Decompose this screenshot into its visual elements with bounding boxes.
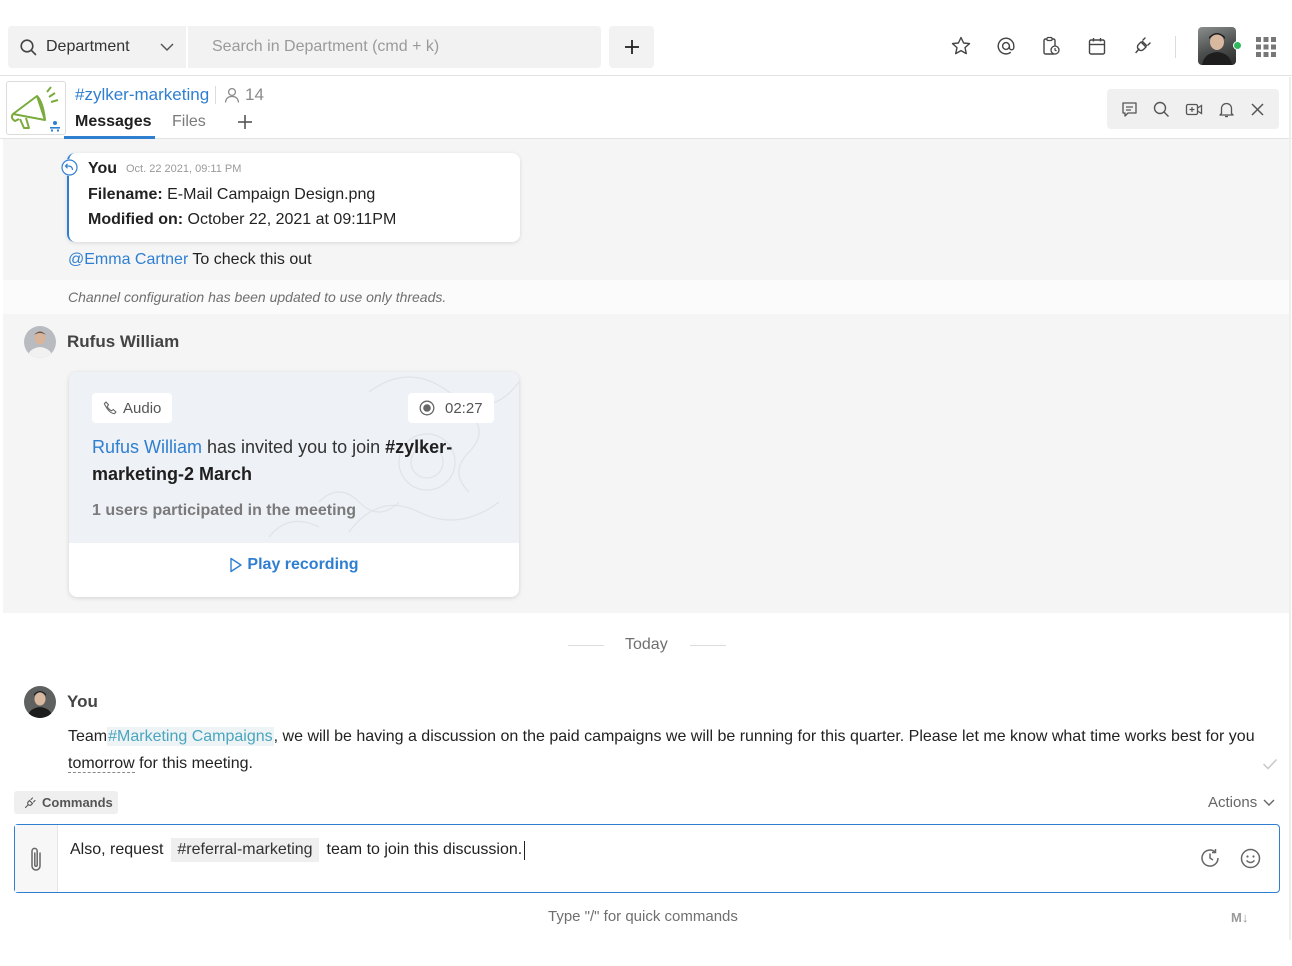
latest-message-text: Team#Marketing Campaigns, we will be hav… <box>68 723 1268 777</box>
online-status-dot <box>1233 41 1242 50</box>
commands-button[interactable]: Commands <box>14 791 118 814</box>
modified-value: October 22, 2021 at 09:11PM <box>183 211 397 228</box>
actions-label: Actions <box>1208 794 1258 811</box>
tab-files[interactable]: Files <box>172 113 206 131</box>
tab-messages[interactable]: Messages <box>75 113 152 131</box>
member-count-value: 14 <box>245 85 264 104</box>
msg-prefix: Team <box>68 728 108 745</box>
mention-message-text: To check this out <box>188 251 312 268</box>
emoji-icon[interactable] <box>1240 848 1261 869</box>
participants-text: 1 users participated in the meeting <box>92 502 357 519</box>
sender-avatar-rufus[interactable] <box>24 326 56 358</box>
call-type-label: Audio <box>123 399 162 417</box>
invite-text: has invited you to join <box>202 437 386 457</box>
msg-middle: , we will be having a discussion on the … <box>273 728 1255 745</box>
plus-icon <box>624 39 640 55</box>
integrations-plug-icon[interactable] <box>1131 35 1153 57</box>
reply-author: You <box>88 160 118 177</box>
member-count[interactable]: 14 <box>224 85 264 105</box>
call-card-background: Audio 02:27 Rufus William has invited yo… <box>69 372 519 543</box>
chevron-down-icon <box>160 42 174 52</box>
call-duration: 02:27 <box>445 399 483 417</box>
reminder-icon[interactable] <box>1040 35 1062 57</box>
search-scope-dropdown[interactable]: Department <box>8 26 186 68</box>
sender-name-rufus[interactable]: Rufus William <box>67 332 179 352</box>
play-icon <box>229 557 243 573</box>
calendar-icon[interactable] <box>1086 35 1108 57</box>
reply-icon <box>61 159 78 176</box>
sender-name-you: You <box>67 692 98 711</box>
toolbar-divider <box>1175 36 1176 58</box>
actions-dropdown[interactable]: Actions <box>1208 794 1275 811</box>
user-avatar[interactable] <box>1198 27 1236 65</box>
new-button[interactable] <box>609 26 654 68</box>
composer-text-before: Also, request <box>70 841 164 858</box>
call-duration-pill: 02:27 <box>408 393 494 423</box>
modified-label: Modified on: <box>88 211 184 228</box>
bell-icon[interactable] <box>1218 101 1235 118</box>
delivered-check-icon <box>1262 758 1278 770</box>
app-grid-icon[interactable] <box>1256 37 1276 57</box>
call-invite-text: Rufus William has invited you to join #z… <box>92 434 492 488</box>
reply-timestamp: Oct. 22 2021, 09:11 PM <box>126 163 242 175</box>
channel-tag[interactable]: #Marketing Campaigns <box>107 727 274 746</box>
search-input[interactable] <box>188 26 601 68</box>
msg-suffix: for this meeting. <box>134 755 253 772</box>
search-icon[interactable] <box>1153 101 1170 118</box>
header-divider <box>215 86 216 104</box>
mention-icon[interactable] <box>995 35 1017 57</box>
sender-avatar-you[interactable] <box>24 686 56 718</box>
call-type-pill: Audio <box>92 393 173 423</box>
channel-name[interactable]: #zylker-marketing <box>75 85 209 105</box>
add-tab-plus-icon[interactable] <box>237 114 253 130</box>
paperclip-icon <box>28 845 44 873</box>
right-edge-border <box>1289 77 1291 940</box>
filename-label: Filename: <box>88 186 163 203</box>
person-icon <box>224 87 240 103</box>
commands-label: Commands <box>42 795 113 810</box>
threads-icon[interactable] <box>1121 101 1138 118</box>
filename-value: E-Mail Campaign Design.png <box>162 186 376 203</box>
play-recording-label: Play recording <box>247 556 359 573</box>
schedule-message-icon[interactable] <box>1199 847 1221 869</box>
plug-icon <box>24 796 36 809</box>
chevron-down-icon <box>1263 799 1275 807</box>
play-recording-button[interactable]: Play recording <box>69 556 519 574</box>
markdown-icon[interactable]: M↓ <box>1231 910 1248 925</box>
date-divider-label: Today <box>625 636 668 653</box>
search-scope-label: Department <box>46 38 130 55</box>
text-caret <box>524 840 526 860</box>
reply-filename: Filename: E-Mail Campaign Design.png <box>88 186 375 204</box>
date-hint-word[interactable]: tomorrow <box>68 755 135 773</box>
audio-call-card[interactable]: Audio 02:27 Rufus William has invited yo… <box>69 372 519 597</box>
inviter-link[interactable]: Rufus William <box>92 437 202 457</box>
star-icon[interactable] <box>950 35 972 57</box>
composer-input-text[interactable]: Also, request #referral-marketing team to … <box>70 838 526 862</box>
attach-button[interactable] <box>15 825 58 892</box>
channel-logo[interactable] <box>6 81 66 135</box>
close-icon[interactable] <box>1250 102 1265 117</box>
video-call-icon[interactable] <box>1185 101 1203 118</box>
quick-commands-hint: Type "/" for quick commands <box>548 908 738 925</box>
channel-tools <box>1107 89 1279 129</box>
search-icon <box>20 38 37 56</box>
mention-message: @Emma Cartner To check this out <box>68 251 312 269</box>
reply-modified: Modified on: October 22, 2021 at 09:11PM <box>88 211 396 229</box>
phone-icon <box>103 401 117 415</box>
composer-channel-tag[interactable]: #referral-marketing <box>171 838 319 862</box>
divider-line-right <box>690 645 726 646</box>
record-icon <box>419 400 435 416</box>
system-message: Channel configuration has been updated t… <box>68 289 447 305</box>
composer-text-after: team to join this discussion. <box>326 841 523 858</box>
user-mention-link[interactable]: @Emma Cartner <box>68 251 188 268</box>
divider-line-left <box>568 645 604 646</box>
